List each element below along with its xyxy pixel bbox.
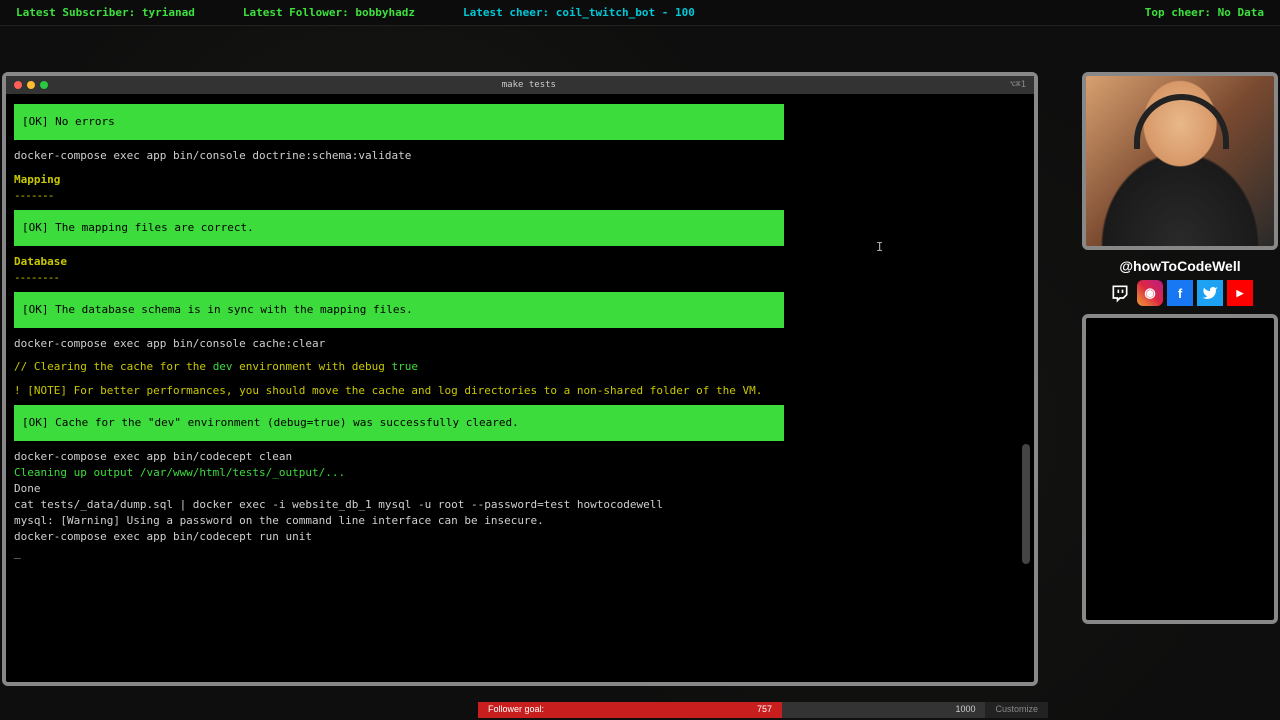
terminal-line: docker-compose exec app bin/codecept cle…: [14, 449, 1026, 465]
terminal-output[interactable]: [OK] No errors docker-compose exec app b…: [6, 94, 1034, 682]
terminal-line: cat tests/_data/dump.sql | docker exec -…: [14, 497, 1026, 513]
twitter-icon[interactable]: [1197, 280, 1223, 306]
terminal-comment: // Clearing the cache for the dev enviro…: [14, 359, 1026, 375]
terminal-line: mysql: [Warning] Using a password on the…: [14, 513, 1026, 529]
terminal-titlebar[interactable]: make tests ⌥⌘1: [6, 76, 1034, 94]
instagram-icon[interactable]: ◉: [1137, 280, 1163, 306]
customize-button[interactable]: Customize: [985, 702, 1048, 718]
chat-panel[interactable]: [1082, 314, 1278, 624]
goal-target: 1000: [782, 702, 985, 718]
ok-badge: [OK] Cache for the "dev" environment (de…: [14, 405, 784, 441]
top-ticker-bar: Latest Subscriber: tyrianad Latest Follo…: [0, 0, 1280, 26]
scrollbar-thumb[interactable]: [1022, 444, 1030, 564]
social-block: @howToCodeWell ◉ f ▶: [1082, 258, 1278, 306]
ok-badge: [OK] The database schema is in sync with…: [14, 292, 784, 328]
terminal-title: make tests: [48, 80, 1010, 90]
section-heading: Database: [14, 254, 1026, 270]
webcam-panel: [1082, 72, 1278, 250]
goal-label: Follower goal:: [478, 702, 580, 718]
youtube-icon[interactable]: ▶: [1227, 280, 1253, 306]
terminal-window[interactable]: make tests ⌥⌘1 [OK] No errors docker-com…: [2, 72, 1038, 686]
latest-cheer: Latest cheer: coil_twitch_bot - 100: [463, 6, 695, 19]
section-divider: --------: [14, 270, 1026, 286]
section-heading: Mapping: [14, 172, 1026, 188]
maximize-icon[interactable]: [40, 81, 48, 89]
terminal-line: docker-compose exec app bin/console doct…: [14, 148, 1026, 164]
terminal-prompt: _: [14, 545, 1026, 561]
follower-goal-bar: Follower goal: 757 1000 Customize: [478, 702, 1048, 718]
terminal-line: Done: [14, 481, 1026, 497]
section-divider: -------: [14, 188, 1026, 204]
ok-badge: [OK] No errors: [14, 104, 784, 140]
minimize-icon[interactable]: [27, 81, 35, 89]
twitch-icon[interactable]: [1107, 280, 1133, 306]
latest-subscriber: Latest Subscriber: tyrianad: [16, 6, 195, 19]
terminal-line: docker-compose exec app bin/console cach…: [14, 336, 1026, 352]
goal-current: 757: [580, 702, 782, 718]
channel-handle: @howToCodeWell: [1082, 258, 1278, 274]
terminal-line: docker-compose exec app bin/codecept run…: [14, 529, 1026, 545]
latest-follower: Latest Follower: bobbyhadz: [243, 6, 415, 19]
close-icon[interactable]: [14, 81, 22, 89]
top-cheer: Top cheer: No Data: [1145, 6, 1264, 19]
terminal-shortcut-hint: ⌥⌘1: [1010, 80, 1026, 90]
ok-badge: [OK] The mapping files are correct.: [14, 210, 784, 246]
facebook-icon[interactable]: f: [1167, 280, 1193, 306]
text-cursor-icon: I: [876, 240, 883, 254]
terminal-line: Cleaning up output /var/www/html/tests/_…: [14, 465, 1026, 481]
terminal-note: ! [NOTE] For better performances, you sh…: [14, 383, 1026, 399]
terminal-scrollbar[interactable]: [1022, 94, 1030, 678]
